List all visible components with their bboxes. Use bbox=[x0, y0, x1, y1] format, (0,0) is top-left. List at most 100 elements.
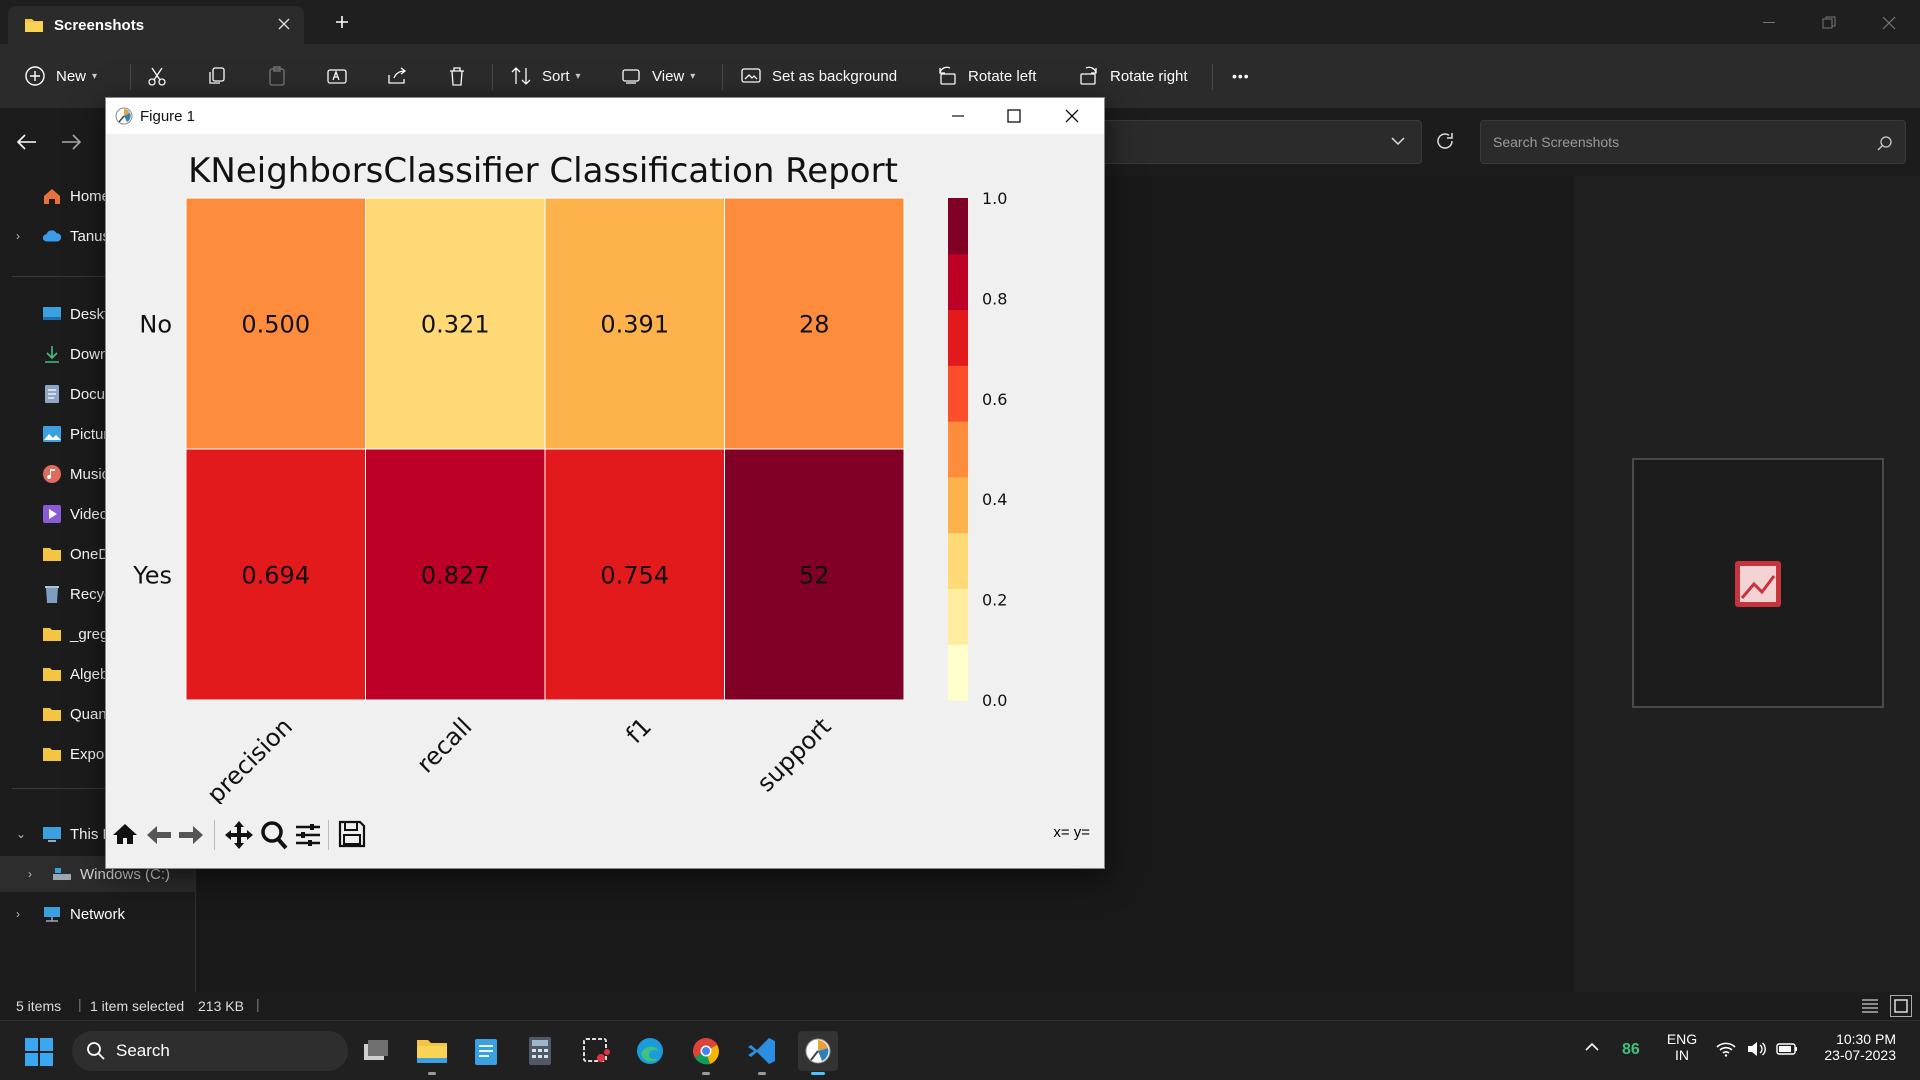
selection-size: 213 KB bbox=[198, 998, 244, 1014]
view-icon bbox=[620, 65, 642, 87]
rename-button[interactable] bbox=[326, 58, 348, 94]
cell-value-label: 0.500 bbox=[241, 311, 310, 339]
colorbar-tick-label: 0.0 bbox=[982, 691, 1007, 710]
paste-button[interactable] bbox=[266, 58, 288, 94]
save-figure-icon[interactable] bbox=[338, 820, 366, 848]
calculator-app-icon[interactable] bbox=[520, 1031, 560, 1071]
minimize-button[interactable] bbox=[950, 108, 966, 124]
wifi-icon[interactable] bbox=[1716, 1041, 1736, 1057]
volume-icon[interactable] bbox=[1746, 1041, 1766, 1057]
toolbar-divider bbox=[492, 64, 493, 90]
search-input[interactable]: Search Screenshots bbox=[1480, 120, 1906, 164]
python-figure-app-icon[interactable] bbox=[798, 1031, 838, 1075]
sidebar-item-network[interactable]: › Network bbox=[0, 896, 196, 932]
close-figure-button[interactable] bbox=[1064, 108, 1080, 124]
scissors-icon bbox=[146, 65, 168, 87]
configure-subplots-icon[interactable] bbox=[294, 822, 322, 848]
colorbar-tick-label: 1.0 bbox=[982, 189, 1007, 208]
clock-time: 10:30 PM bbox=[1836, 1031, 1896, 1047]
minimize-button[interactable] bbox=[1746, 8, 1792, 38]
sidebar-item-label: Network bbox=[70, 905, 126, 923]
status-bar: 5 items | 1 item selected 213 KB | bbox=[0, 992, 1920, 1020]
new-tab-icon[interactable] bbox=[332, 12, 352, 32]
close-tab-icon[interactable] bbox=[276, 16, 292, 32]
trash-icon bbox=[446, 65, 468, 87]
rename-icon bbox=[326, 65, 348, 87]
vscode-app-icon[interactable] bbox=[742, 1031, 782, 1075]
chevron-right-icon[interactable]: › bbox=[28, 867, 32, 881]
new-button[interactable]: New ▾ bbox=[24, 58, 97, 94]
new-label: New bbox=[56, 67, 87, 85]
pan-icon[interactable] bbox=[224, 820, 254, 850]
chevron-down-icon[interactable]: ⌄ bbox=[16, 827, 26, 841]
colorbar-segment bbox=[948, 198, 968, 255]
tiles-view-icon[interactable] bbox=[1890, 995, 1912, 1017]
copy-icon bbox=[206, 65, 228, 87]
back-arrow-icon[interactable] bbox=[146, 824, 172, 846]
clock[interactable]: 10:30 PM 23-07-2023 bbox=[1808, 1031, 1896, 1063]
file-explorer-app-icon[interactable] bbox=[412, 1031, 452, 1075]
sort-icon bbox=[510, 65, 532, 87]
forward-arrow-icon[interactable] bbox=[60, 132, 82, 152]
more-options-button[interactable]: ••• bbox=[1232, 58, 1250, 94]
refresh-icon[interactable] bbox=[1434, 130, 1456, 152]
sidebar-item-label: _greg bbox=[70, 625, 109, 643]
battery-icon[interactable] bbox=[1776, 1042, 1798, 1056]
tab-screenshots[interactable]: Screenshots bbox=[8, 6, 304, 44]
colorbar-segment bbox=[948, 253, 968, 311]
music-icon bbox=[42, 464, 62, 484]
edge-browser-icon[interactable] bbox=[630, 1031, 670, 1071]
cut-button[interactable] bbox=[146, 58, 168, 94]
chevron-right-icon[interactable]: › bbox=[16, 907, 20, 921]
task-view-icon[interactable] bbox=[356, 1031, 396, 1071]
chevron-right-icon[interactable]: › bbox=[16, 229, 20, 243]
details-view-icon[interactable] bbox=[1860, 997, 1880, 1015]
rotate-right-label: Rotate right bbox=[1110, 67, 1188, 85]
rotate-left-label: Rotate left bbox=[968, 67, 1037, 85]
taskbar-search[interactable]: Search bbox=[72, 1031, 348, 1071]
show-hidden-icons-icon[interactable] bbox=[1584, 1041, 1600, 1053]
column-label: f1 bbox=[620, 712, 657, 749]
broken-image-icon bbox=[1734, 560, 1782, 608]
windows-start-icon[interactable] bbox=[24, 1037, 54, 1067]
taskbar: Search 86 ENG IN 10:30 PM 23-07-2023 bbox=[0, 1020, 1920, 1080]
forward-arrow-icon[interactable] bbox=[178, 824, 204, 846]
maximize-button[interactable] bbox=[1006, 108, 1022, 124]
share-button[interactable] bbox=[386, 58, 408, 94]
language-indicator[interactable]: ENG IN bbox=[1664, 1031, 1700, 1063]
share-icon bbox=[386, 65, 408, 87]
notepad-app-icon[interactable] bbox=[466, 1031, 506, 1071]
cell-value-label: 0.391 bbox=[600, 311, 669, 339]
back-arrow-icon[interactable] bbox=[16, 132, 38, 152]
view-button[interactable]: View ▾ bbox=[620, 58, 695, 94]
search-icon[interactable] bbox=[1877, 135, 1893, 151]
delete-button[interactable] bbox=[446, 58, 468, 94]
restore-button[interactable] bbox=[1806, 8, 1852, 38]
close-window-button[interactable] bbox=[1866, 8, 1912, 38]
zoom-icon[interactable] bbox=[260, 820, 288, 850]
address-bar[interactable] bbox=[1090, 120, 1422, 164]
sort-label: Sort bbox=[542, 67, 570, 85]
figure-window[interactable]: Figure 1 KNeighborsClassifier Classifica… bbox=[105, 97, 1105, 869]
set-background-button[interactable]: Set as background bbox=[740, 58, 897, 94]
rotate-left-button[interactable]: Rotate left bbox=[936, 58, 1036, 94]
home-icon bbox=[42, 186, 62, 206]
cursor-coordinates: x= y= bbox=[1053, 824, 1090, 841]
tray-badge[interactable]: 86 bbox=[1622, 1041, 1640, 1059]
copy-button[interactable] bbox=[206, 58, 228, 94]
sort-button[interactable]: Sort ▾ bbox=[510, 58, 581, 94]
active-indicator bbox=[811, 1072, 825, 1075]
chrome-browser-icon[interactable] bbox=[686, 1031, 726, 1075]
chevron-down-icon[interactable] bbox=[1391, 136, 1405, 146]
folder-icon bbox=[42, 624, 62, 644]
rotate-right-button[interactable]: Rotate right bbox=[1078, 58, 1188, 94]
folder-icon bbox=[42, 544, 62, 564]
figure-title-bar[interactable]: Figure 1 bbox=[106, 98, 1104, 134]
colorbar-tick-label: 0.6 bbox=[982, 390, 1007, 409]
home-icon[interactable] bbox=[112, 822, 138, 846]
row-label: No bbox=[139, 311, 172, 339]
cell-value-label: 0.321 bbox=[421, 311, 490, 339]
snipping-tool-app-icon[interactable] bbox=[576, 1031, 616, 1071]
wallpaper-icon bbox=[740, 65, 762, 87]
sidebar-item-label: Docu bbox=[70, 385, 106, 403]
